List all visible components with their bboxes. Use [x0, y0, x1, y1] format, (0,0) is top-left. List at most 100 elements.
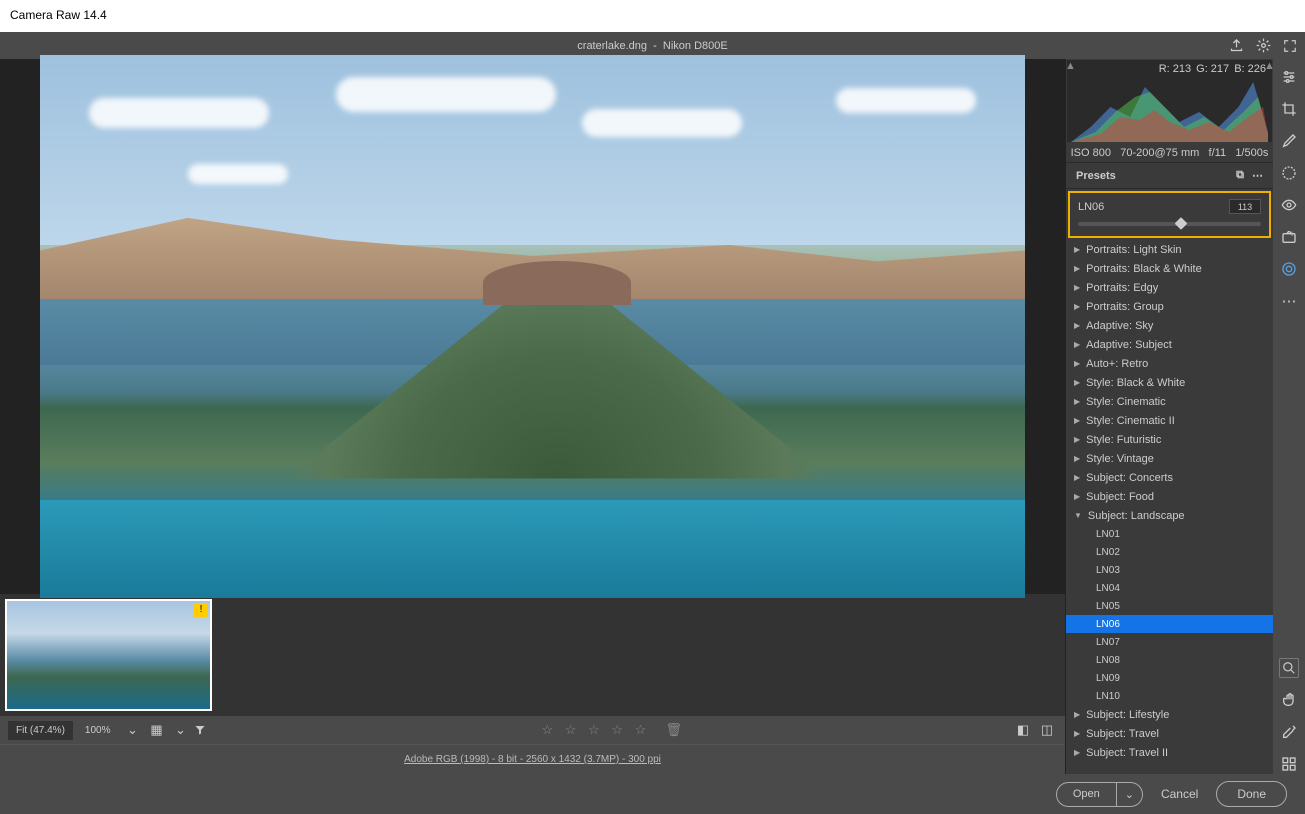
preset-group[interactable]: ▼Subject: Landscape [1066, 506, 1273, 525]
preset-group-label: Subject: Travel II [1086, 747, 1168, 759]
preset-group-label: Adaptive: Subject [1086, 339, 1172, 351]
zoom-100[interactable]: 100% [77, 721, 119, 740]
preset-item[interactable]: LN04 [1066, 579, 1273, 597]
preset-group[interactable]: ▶ Style: Cinematic II [1066, 411, 1273, 430]
preset-group-label: Style: Futuristic [1086, 434, 1161, 446]
image-canvas[interactable] [0, 59, 1065, 594]
amount-value[interactable]: 113 [1229, 199, 1261, 214]
triangle-right-icon: ▶ [1074, 264, 1080, 273]
preset-group[interactable]: ▶ Subject: Concerts [1066, 468, 1273, 487]
triangle-right-icon: ▶ [1074, 710, 1080, 719]
preset-group[interactable]: ▶Portraits: Light Skin [1066, 240, 1273, 259]
preset-amount-box: LN06 113 [1068, 191, 1271, 238]
more-icon[interactable]: ⋯ [1279, 291, 1299, 311]
grid-icon[interactable]: ▦ [146, 722, 166, 738]
panel-title: Presets [1076, 170, 1116, 182]
preset-group[interactable]: ▶Subject: Travel II [1066, 743, 1273, 762]
main-photo [40, 55, 1025, 598]
preset-group[interactable]: ▶ Adaptive: Sky [1066, 316, 1273, 335]
fullscreen-icon[interactable] [1283, 39, 1297, 53]
compare-split-icon[interactable]: ◫ [1037, 722, 1057, 738]
gear-icon[interactable] [1256, 38, 1271, 53]
exif-bar: ISO 80070-200@75 mmf/111/500s [1066, 143, 1273, 163]
preset-group-label: Portraits: Black & White [1086, 263, 1202, 275]
chevron-down-icon[interactable]: ⌄ [170, 722, 190, 738]
preset-item[interactable]: LN01 [1066, 525, 1273, 543]
preset-group-label: Subject: Lifestyle [1086, 709, 1169, 721]
preset-group[interactable]: ▶ Adaptive: Subject [1066, 335, 1273, 354]
preset-group[interactable]: ▶Style: Vintage [1066, 449, 1273, 468]
zoom-tool-icon[interactable] [1279, 658, 1299, 678]
preset-item[interactable]: LN09 [1066, 669, 1273, 687]
preset-group[interactable]: ▶Subject: Food [1066, 487, 1273, 506]
preset-group-label: Style: Cinematic II [1086, 415, 1175, 427]
hand-tool-icon[interactable] [1279, 690, 1299, 710]
preset-group-label: Portraits: Group [1086, 301, 1164, 313]
preset-group-label: Style: Vintage [1086, 453, 1154, 465]
triangle-right-icon: ▶ [1074, 321, 1080, 330]
triangle-right-icon: ▶ [1074, 397, 1080, 406]
preset-group[interactable]: ▶ Style: Futuristic [1066, 430, 1273, 449]
preset-group-label: Portraits: Light Skin [1086, 244, 1181, 256]
triangle-right-icon: ▶ [1074, 283, 1080, 292]
histogram[interactable]: ▲ ▲ R: 213 G: 217 B: 226 [1067, 60, 1272, 142]
triangle-right-icon: ▶ [1074, 416, 1080, 425]
cancel-button[interactable]: Cancel [1161, 787, 1198, 801]
filter-icon[interactable] [194, 724, 214, 736]
preset-group[interactable]: ▶ Style: Cinematic [1066, 392, 1273, 411]
redeye-icon[interactable] [1279, 195, 1299, 215]
filmstrip: ! [0, 594, 1065, 716]
panel-expand-icon[interactable]: ⧉ [1236, 169, 1244, 182]
preset-item[interactable]: LN03 [1066, 561, 1273, 579]
preset-group-label: Adaptive: Sky [1086, 320, 1153, 332]
crop-icon[interactable] [1279, 99, 1299, 119]
panel-menu-icon[interactable]: ⋯ [1252, 169, 1263, 182]
preset-group[interactable]: ▶ Auto+: Retro [1066, 354, 1273, 373]
preset-group-label: Subject: Concerts [1086, 472, 1173, 484]
preset-item[interactable]: LN10 [1066, 687, 1273, 705]
triangle-right-icon: ▶ [1074, 302, 1080, 311]
slider-thumb[interactable] [1175, 217, 1188, 230]
snapshot-add-icon[interactable]: + [1279, 227, 1299, 247]
preset-item[interactable]: LN02 [1066, 543, 1273, 561]
preset-item[interactable]: LN06 [1066, 615, 1273, 633]
preset-item[interactable]: LN07 [1066, 633, 1273, 651]
preset-group-label: Auto+: Retro [1086, 358, 1148, 370]
preset-group[interactable]: ▶ Portraits: Group [1066, 297, 1273, 316]
triangle-right-icon: ▶ [1074, 359, 1080, 368]
chevron-down-icon[interactable]: ⌄ [1117, 783, 1142, 806]
preset-item[interactable]: LN05 [1066, 597, 1273, 615]
thumbnail[interactable]: ! [5, 599, 212, 711]
window-titlebar: Camera Raw 14.4 [0, 0, 1305, 32]
done-button[interactable]: Done [1216, 781, 1287, 807]
triangle-right-icon: ▶ [1074, 340, 1080, 349]
zoom-fit[interactable]: Fit (47.4%) [8, 721, 73, 740]
export-icon[interactable] [1229, 38, 1244, 53]
preset-group[interactable]: ▶ Subject: Lifestyle [1066, 705, 1273, 724]
preset-group-label: Style: Black & White [1086, 377, 1185, 389]
preset-group-label: Style: Cinematic [1086, 396, 1165, 408]
preset-group[interactable]: ▶Style: Black & White [1066, 373, 1273, 392]
presets-icon[interactable] [1279, 259, 1299, 279]
preset-group-label: Subject: Travel [1086, 728, 1159, 740]
open-button[interactable]: Open⌄ [1056, 782, 1143, 807]
preset-item[interactable]: LN08 [1066, 651, 1273, 669]
rating-stars[interactable]: ☆ ☆ ☆ ☆ ☆ 🗑 [542, 722, 686, 738]
edit-sliders-icon[interactable] [1279, 67, 1299, 87]
preset-group[interactable]: ▶Portraits: Edgy [1066, 278, 1273, 297]
compare-single-icon[interactable]: ◧ [1013, 722, 1033, 738]
triangle-right-icon: ▶ [1074, 473, 1080, 482]
triangle-right-icon: ▶ [1074, 435, 1080, 444]
preset-group[interactable]: ▶ Portraits: Black & White [1066, 259, 1273, 278]
preset-group[interactable]: ▶Subject: Travel [1066, 724, 1273, 743]
warning-badge: ! [194, 603, 208, 617]
shadow-clip-icon[interactable]: ▲ [1065, 60, 1075, 70]
healing-icon[interactable] [1279, 131, 1299, 151]
amount-label: LN06 [1078, 201, 1104, 213]
sampler-icon[interactable] [1279, 722, 1299, 742]
workflow-info[interactable]: Adobe RGB (1998) - 8 bit - 2560 x 1432 (… [0, 744, 1065, 774]
amount-slider[interactable] [1078, 222, 1261, 226]
grid-view-icon[interactable] [1279, 754, 1299, 774]
chevron-down-icon[interactable]: ⌄ [122, 722, 142, 738]
mask-icon[interactable] [1279, 163, 1299, 183]
